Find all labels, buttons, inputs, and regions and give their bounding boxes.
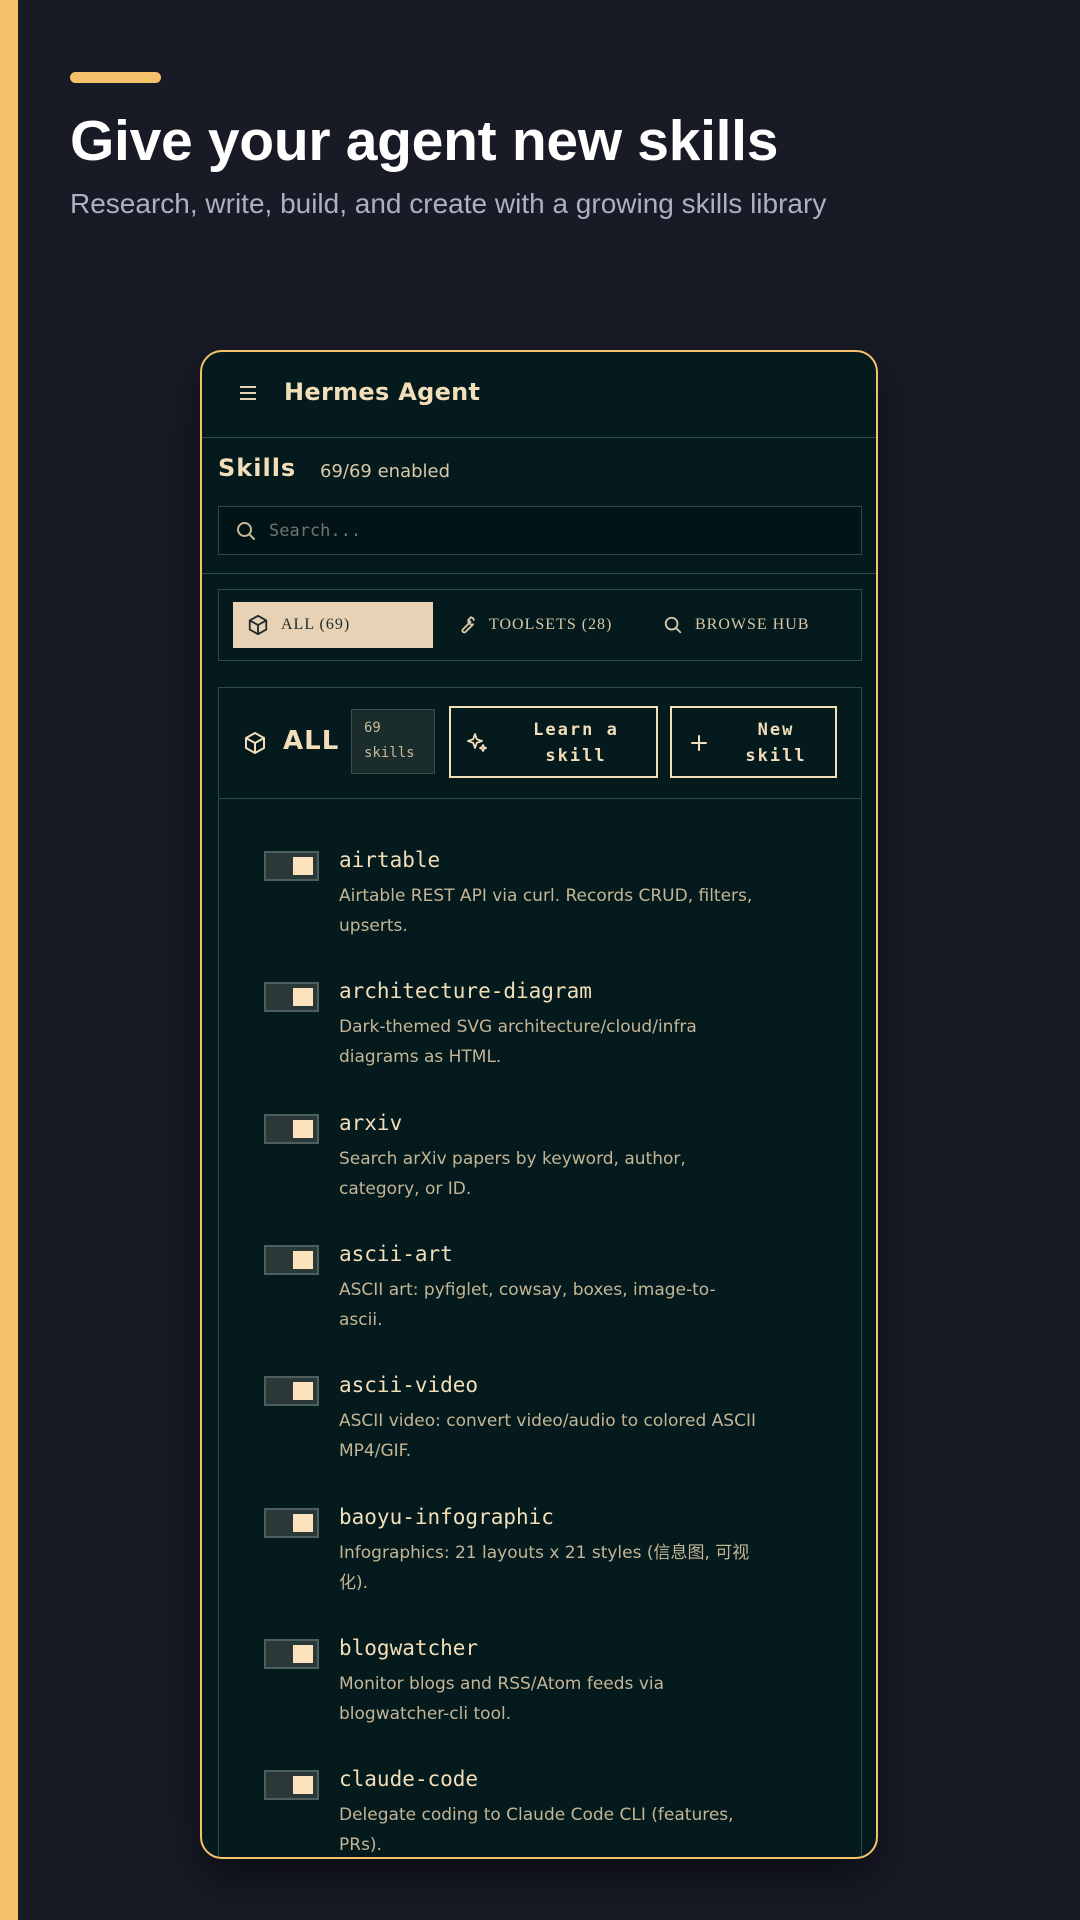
badge-count: 69 [364,720,381,736]
skill-description: ASCII art: pyfiglet, cowsay, boxes, imag… [339,1280,716,1330]
tab-all[interactable]: ALL (69) [233,602,433,648]
cube-icon [245,732,265,754]
plus-icon [691,735,707,751]
skill-name: blogwatcher [339,1636,479,1660]
skill-description: Infographics: 21 layouts x 21 styles (信息… [339,1543,750,1593]
skill-description: Search arXiv papers by keyword, author, … [339,1149,686,1199]
tab-toolsets-label: TOOLSETS (28) [489,616,613,633]
skills-enabled-count: 69/69 enabled [320,461,451,482]
skill-item: baoyu-infographic Infographics: 21 layou… [219,1505,861,1625]
skill-name: baoyu-infographic [339,1505,554,1529]
app-title: Hermes Agent [284,378,481,406]
accent-bar [70,72,161,83]
hamburger-menu-icon[interactable] [240,386,258,402]
skill-item: architecture-diagram Dark-themed SVG arc… [219,979,861,1099]
search-icon [664,616,682,634]
new-skill-label: New skill [745,720,807,766]
skill-toggle[interactable] [264,1770,319,1800]
new-skill-button[interactable]: New skill [670,706,837,778]
skill-toggle[interactable] [264,982,319,1012]
skill-item: airtable Airtable REST API via curl. Rec… [219,848,861,968]
skill-item: ascii-video ASCII video: convert video/a… [219,1373,861,1493]
skill-item: blogwatcher Monitor blogs and RSS/Atom f… [219,1636,861,1756]
tab-toolsets[interactable]: TOOLSETS (28) [455,602,612,648]
skill-toggle[interactable] [264,1639,319,1669]
skill-item: ascii-art ASCII art: pyfiglet, cowsay, b… [219,1242,861,1362]
search-icon [237,522,255,540]
badge-unit: skills [364,745,415,761]
skill-description: Monitor blogs and RSS/Atom feeds via blo… [339,1674,665,1724]
cube-icon [248,614,268,636]
skills-panel: ALL 69 skills Learn a skill New skill ai… [218,687,862,1857]
skill-description: Delegate coding to Claude Code CLI (feat… [339,1805,734,1855]
skill-toggle[interactable] [264,851,319,881]
tab-bar: ALL (69) TOOLSETS (28) BROWSE HUB [218,589,862,661]
skill-toggle[interactable] [264,1508,319,1538]
app-header: Hermes Agent [202,352,876,438]
divider [202,573,876,574]
skills-heading: Skills [218,454,297,482]
tab-browse-hub-label: BROWSE HUB [695,616,810,633]
sparkles-icon [467,733,487,752]
search-input[interactable] [269,507,839,554]
app-window: Hermes Agent Skills 69/69 enabled ALL (6… [200,350,878,1859]
skill-name: arxiv [339,1111,403,1135]
search-box[interactable] [218,506,862,555]
skill-description: ASCII video: convert video/audio to colo… [339,1411,756,1461]
skill-name: ascii-video [339,1373,479,1397]
tab-all-label: ALL (69) [281,616,351,633]
skill-name: claude-code [339,1767,479,1791]
hero-subtitle: Research, write, build, and create with … [70,188,827,219]
skill-description: Airtable REST API via curl. Records CRUD… [339,886,753,936]
side-stripe [0,0,18,1920]
skill-name: ascii-art [339,1242,453,1266]
hero-title: Give your agent new skills [70,109,779,173]
learn-skill-button[interactable]: Learn a skill [449,706,658,778]
wrench-icon [461,616,475,634]
skill-toggle[interactable] [264,1376,319,1406]
tab-browse-hub[interactable]: BROWSE HUB [663,602,809,648]
skills-count-badge: 69 skills [351,709,435,774]
skill-toggle[interactable] [264,1245,319,1275]
skill-name: airtable [339,848,441,872]
skill-description: Dark-themed SVG architecture/cloud/infra… [339,1017,697,1067]
panel-title: ALL [283,726,340,756]
panel-header: ALL 69 skills Learn a skill New skill [219,688,861,799]
skill-item: claude-code Delegate coding to Claude Co… [219,1767,861,1857]
skill-name: architecture-diagram [339,979,592,1003]
skill-toggle[interactable] [264,1114,319,1144]
skill-item: arxiv Search arXiv papers by keyword, au… [219,1111,861,1231]
learn-skill-label: Learn a skill [533,720,619,766]
